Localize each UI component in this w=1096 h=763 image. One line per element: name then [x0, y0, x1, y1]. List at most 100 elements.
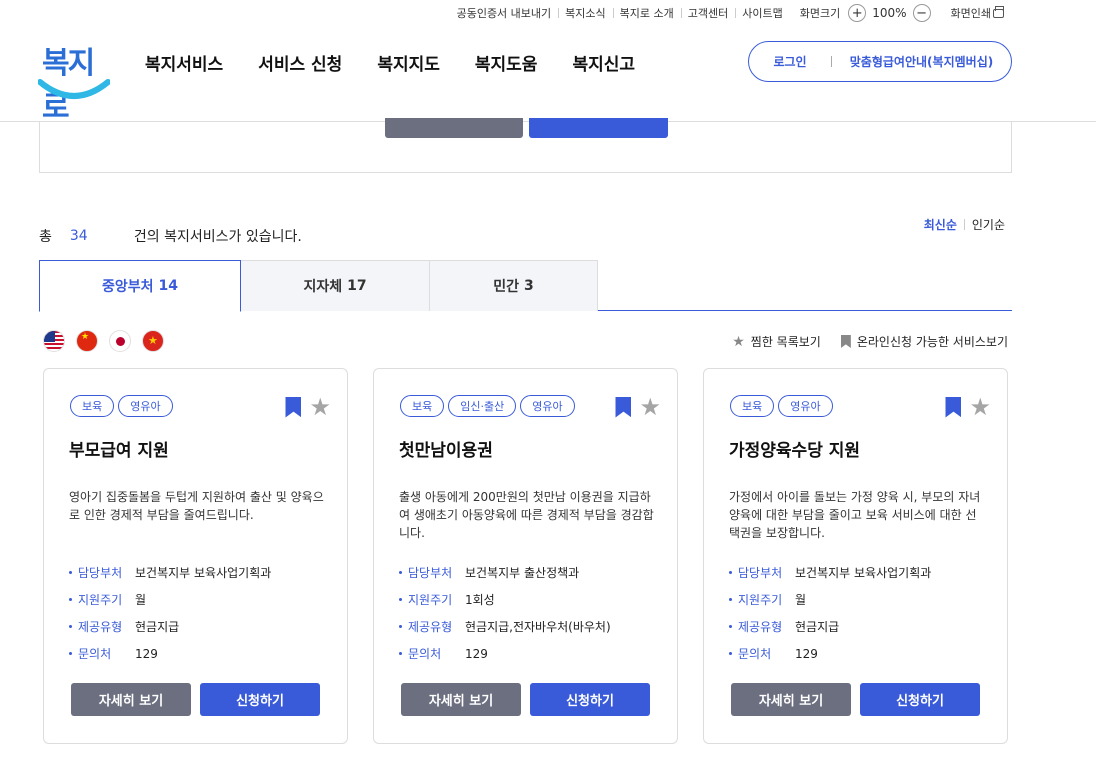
- info-row-contact: 문의처 129: [69, 640, 271, 667]
- info-value: 현금지급,전자바우처(바우처): [465, 620, 611, 634]
- nav-welfare-map[interactable]: 복지지도: [377, 50, 440, 75]
- util-link-sitemap[interactable]: 사이트맵: [735, 5, 789, 21]
- star-icon[interactable]: ★: [309, 395, 331, 419]
- card-actions: ★: [615, 395, 661, 419]
- print-button[interactable]: 화면인쇄: [951, 5, 1004, 21]
- card-buttons: 자세히 보기 신청하기: [401, 683, 650, 716]
- search-submit-button[interactable]: [529, 118, 668, 138]
- info-row-type: 제공유형 현금지급: [729, 613, 931, 640]
- zoom-out-button[interactable]: −: [912, 4, 931, 22]
- service-card: 보육 영유아 ★ 부모급여 지원 영아기 집중돌봄을 두텁게 지원하여 출산 및…: [43, 368, 348, 744]
- info-label: 담당부처: [399, 564, 465, 581]
- tab-label: 민간: [493, 279, 519, 295]
- china-flag-icon[interactable]: [76, 330, 98, 352]
- info-value: 보건복지부 보육사업기획과: [135, 566, 272, 580]
- tag[interactable]: 영유아: [778, 395, 833, 417]
- sort-divider: [963, 219, 965, 230]
- utility-bar: 공동인증서 내보내기 복지소식 복지로 소개 고객센터 사이트맵 화면크기 + …: [450, 4, 1004, 22]
- detail-button[interactable]: 자세히 보기: [401, 683, 521, 716]
- vietnam-flag-icon[interactable]: [142, 330, 164, 352]
- tag[interactable]: 보육: [400, 395, 445, 417]
- info-row-dept: 담당부처 보건복지부 출산정책과: [399, 559, 611, 586]
- info-value: 129: [465, 646, 488, 661]
- info-label: 담당부처: [69, 564, 135, 581]
- info-value: 현금지급: [795, 620, 840, 634]
- info-label: 문의처: [399, 645, 465, 662]
- online-apply-view-label: 온라인신청 가능한 서비스보기: [856, 335, 1008, 349]
- tab-private[interactable]: 민간 3: [430, 260, 598, 311]
- us-flag-icon[interactable]: [43, 330, 65, 352]
- card-tags: 보육 임신·출산 영유아: [400, 395, 575, 417]
- japan-flag-icon[interactable]: [109, 330, 131, 352]
- util-link-certificate[interactable]: 공동인증서 내보내기: [450, 5, 559, 21]
- card-tags: 보육 영유아: [70, 395, 173, 417]
- nav-welfare-help[interactable]: 복지도움: [475, 50, 538, 75]
- nav-service-apply[interactable]: 서비스 신청: [258, 50, 342, 75]
- util-link-news[interactable]: 복지소식: [558, 5, 612, 21]
- card-actions: ★: [285, 395, 331, 419]
- card-buttons: 자세히 보기 신청하기: [71, 683, 320, 716]
- favorites-view-label: 찜한 목록보기: [750, 335, 821, 349]
- util-link-about[interactable]: 복지로 소개: [612, 5, 681, 21]
- info-label: 지원주기: [729, 591, 795, 608]
- detail-button[interactable]: 자세히 보기: [71, 683, 191, 716]
- bookmark-icon[interactable]: [615, 396, 632, 418]
- main-nav: 복지서비스 서비스 신청 복지지도 복지도움 복지신고: [145, 50, 635, 75]
- tab-local[interactable]: 지자체 17: [241, 260, 430, 311]
- card-info: 담당부처 보건복지부 보육사업기획과 지원주기 월 제공유형 현금지급 문의처 …: [729, 559, 931, 667]
- result-count: 총 34 건의 복지서비스가 있습니다.: [39, 226, 302, 246]
- card-title[interactable]: 첫만남이용권: [399, 436, 493, 461]
- zoom-value: 100%: [872, 6, 907, 20]
- util-link-customer-center[interactable]: 고객센터: [680, 5, 735, 21]
- count-value: 34: [69, 228, 88, 244]
- nav-welfare-report[interactable]: 복지신고: [572, 50, 635, 75]
- card-actions: ★: [945, 395, 991, 419]
- tag[interactable]: 보육: [70, 395, 115, 417]
- tab-count: 17: [347, 278, 367, 294]
- card-buttons: 자세히 보기 신청하기: [731, 683, 980, 716]
- apply-button[interactable]: 신청하기: [860, 683, 980, 716]
- card-title[interactable]: 부모급여 지원: [69, 436, 169, 461]
- apply-button[interactable]: 신청하기: [200, 683, 320, 716]
- tag[interactable]: 영유아: [520, 395, 575, 417]
- info-label: 제공유형: [399, 618, 465, 635]
- card-title[interactable]: 가정양육수당 지원: [729, 436, 860, 461]
- info-row-cycle: 지원주기 월: [729, 586, 931, 613]
- card-description: 가정에서 아이를 돌보는 가정 양육 시, 부모의 자녀양육에 대한 부담을 줄…: [729, 490, 981, 540]
- search-reset-button[interactable]: [385, 118, 523, 138]
- search-panel: [39, 118, 1012, 173]
- tab-central[interactable]: 중앙부처 14: [39, 260, 241, 312]
- detail-button[interactable]: 자세히 보기: [731, 683, 851, 716]
- info-value: 보건복지부 출산정책과: [465, 566, 580, 580]
- login-link[interactable]: 로그인: [749, 53, 831, 70]
- count-suffix: 건의 복지서비스가 있습니다.: [133, 229, 302, 245]
- tab-label: 지자체: [303, 279, 343, 295]
- tag[interactable]: 보육: [730, 395, 775, 417]
- logo-smile-icon: [38, 79, 110, 99]
- print-label: 화면인쇄: [950, 7, 991, 20]
- nav-welfare-services[interactable]: 복지서비스: [145, 50, 223, 75]
- language-flags: [43, 330, 164, 352]
- card-tags: 보육 영유아: [730, 395, 833, 417]
- sort-latest[interactable]: 최신순: [924, 216, 957, 233]
- info-row-cycle: 지원주기 1회성: [399, 586, 611, 613]
- info-label: 담당부처: [729, 564, 795, 581]
- apply-button[interactable]: 신청하기: [530, 683, 650, 716]
- tag[interactable]: 영유아: [118, 395, 173, 417]
- favorites-view-link[interactable]: ★ 찜한 목록보기: [732, 333, 821, 350]
- custom-benefit-link[interactable]: 맞춤형급여안내(복지멤버십): [832, 53, 1011, 70]
- zoom-in-button[interactable]: +: [848, 4, 867, 22]
- view-options: ★ 찜한 목록보기 온라인신청 가능한 서비스보기: [732, 333, 1008, 350]
- info-value: 1회성: [465, 593, 495, 607]
- service-card: 보육 영유아 ★ 가정양육수당 지원 가정에서 아이를 돌보는 가정 양육 시,…: [703, 368, 1008, 744]
- info-row-type: 제공유형 현금지급,전자바우처(바우처): [399, 613, 611, 640]
- sort-popular[interactable]: 인기순: [972, 216, 1005, 233]
- tag[interactable]: 임신·출산: [448, 395, 517, 417]
- star-icon[interactable]: ★: [639, 395, 661, 419]
- info-row-dept: 담당부처 보건복지부 보육사업기획과: [69, 559, 271, 586]
- star-icon[interactable]: ★: [969, 395, 991, 419]
- bookmark-icon[interactable]: [945, 396, 962, 418]
- online-apply-view-link[interactable]: 온라인신청 가능한 서비스보기: [840, 333, 1008, 350]
- site-logo[interactable]: 복지로: [38, 38, 112, 125]
- bookmark-icon[interactable]: [285, 396, 302, 418]
